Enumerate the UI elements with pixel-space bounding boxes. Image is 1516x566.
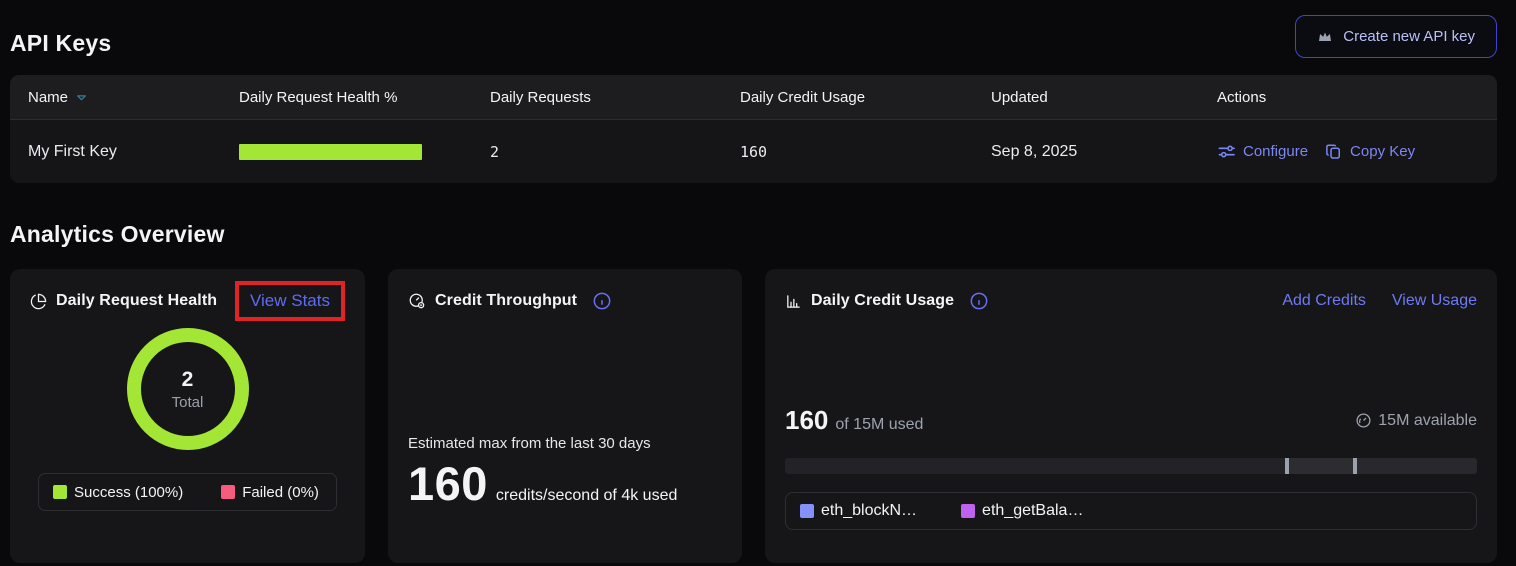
daily-requests-cell: 2 — [490, 143, 740, 161]
legend-item-success: Success (100%) — [53, 484, 183, 501]
column-header-requests: Daily Requests — [490, 89, 740, 106]
daily-request-health-card: Daily Request Health View Stats 2 Total … — [10, 269, 365, 563]
failed-label: Failed (0%) — [242, 484, 319, 501]
pie-chart-icon — [30, 293, 47, 310]
credits-available: 15M available — [1355, 412, 1477, 430]
column-header-name[interactable]: Name — [28, 89, 239, 106]
top-bar: API Keys Create new API key — [10, 0, 1497, 75]
usage-legend: eth_blockN… eth_getBala… — [785, 492, 1477, 530]
success-swatch — [53, 485, 67, 499]
bar-segment-right — [1357, 458, 1477, 474]
view-usage-link[interactable]: View Usage — [1392, 292, 1477, 310]
key-name-cell: My First Key — [28, 143, 239, 161]
column-header-credit-usage: Daily Credit Usage — [740, 89, 991, 106]
table-row: My First Key 2 160 Sep 8, 2025 Configure… — [10, 119, 1497, 183]
legend-item-failed: Failed (0%) — [221, 484, 319, 501]
column-header-health: Daily Request Health % — [239, 89, 490, 106]
bar-threshold-tick — [1285, 458, 1289, 474]
credit-throughput-card: Credit Throughput Estimated max from the… — [388, 269, 742, 563]
create-api-key-button[interactable]: Create new API key — [1295, 15, 1497, 58]
throughput-unit: credits/second of 4k used — [496, 487, 677, 505]
sliders-icon — [1217, 142, 1236, 161]
legend-item-eth-blocknumber: eth_blockN… — [800, 502, 917, 520]
daily-credit-usage-card: Daily Credit Usage Add Credits View Usag… — [765, 269, 1497, 563]
analytics-cards: Daily Request Health View Stats 2 Total … — [10, 269, 1497, 563]
success-label: Success (100%) — [74, 484, 183, 501]
api-keys-table: Name Daily Request Health % Daily Reques… — [10, 75, 1497, 183]
throughput-value: 160 — [408, 460, 488, 507]
donut-total-label: Total — [172, 394, 204, 411]
failed-swatch — [221, 485, 235, 499]
throughput-subtitle: Estimated max from the last 30 days — [408, 435, 722, 452]
column-header-actions: Actions — [1217, 89, 1479, 106]
card-title: Daily Request Health — [56, 292, 217, 310]
view-stats-link[interactable]: View Stats — [250, 291, 330, 310]
legend-item-eth-getbalance: eth_getBala… — [961, 502, 1083, 520]
credits-used-value: 160 — [785, 405, 828, 436]
card-title: Credit Throughput — [435, 292, 577, 310]
request-health-donut: 2 Total — [30, 328, 345, 450]
card-title: Daily Credit Usage — [811, 292, 954, 310]
bar-chart-icon — [785, 293, 802, 310]
copy-icon — [1325, 143, 1343, 161]
sort-chevron-icon — [75, 91, 88, 104]
copy-key-label: Copy Key — [1350, 143, 1415, 160]
credit-usage-progress-bar — [785, 458, 1477, 474]
view-stats-annotation-box: View Stats — [235, 281, 345, 321]
page-title: API Keys — [10, 30, 111, 57]
health-legend: Success (100%) Failed (0%) — [38, 473, 337, 511]
column-name-label: Name — [28, 89, 68, 106]
info-icon[interactable] — [969, 291, 989, 311]
add-credits-link[interactable]: Add Credits — [1282, 292, 1366, 310]
configure-label: Configure — [1243, 143, 1308, 160]
credits-used-label: of 15M used — [835, 416, 923, 434]
eth-blocknumber-label: eth_blockN… — [821, 502, 917, 520]
table-header-row: Name Daily Request Health % Daily Reques… — [10, 75, 1497, 119]
eth-getbalance-label: eth_getBala… — [982, 502, 1083, 520]
bar-threshold-tick — [1353, 458, 1357, 474]
eth-blocknumber-swatch — [800, 504, 814, 518]
updated-cell: Sep 8, 2025 — [991, 143, 1217, 161]
create-api-key-label: Create new API key — [1343, 28, 1475, 45]
actions-cell: Configure Copy Key — [1217, 142, 1479, 161]
analytics-title: Analytics Overview — [10, 221, 1497, 248]
column-header-updated: Updated — [991, 89, 1217, 106]
crown-icon — [1317, 29, 1333, 45]
health-bar-cell — [239, 144, 490, 160]
bar-segment-mid — [1289, 458, 1353, 474]
copy-key-link[interactable]: Copy Key — [1325, 143, 1415, 161]
donut-total-value: 2 — [182, 368, 194, 392]
meter-icon — [1355, 412, 1372, 429]
credits-available-label: 15M available — [1378, 412, 1477, 430]
donut-ring: 2 Total — [127, 328, 249, 450]
health-bar — [239, 144, 422, 160]
eth-getbalance-swatch — [961, 504, 975, 518]
daily-credit-usage-cell: 160 — [740, 143, 991, 161]
info-icon[interactable] — [592, 291, 612, 311]
configure-link[interactable]: Configure — [1217, 142, 1308, 161]
gauge-icon — [408, 292, 426, 310]
